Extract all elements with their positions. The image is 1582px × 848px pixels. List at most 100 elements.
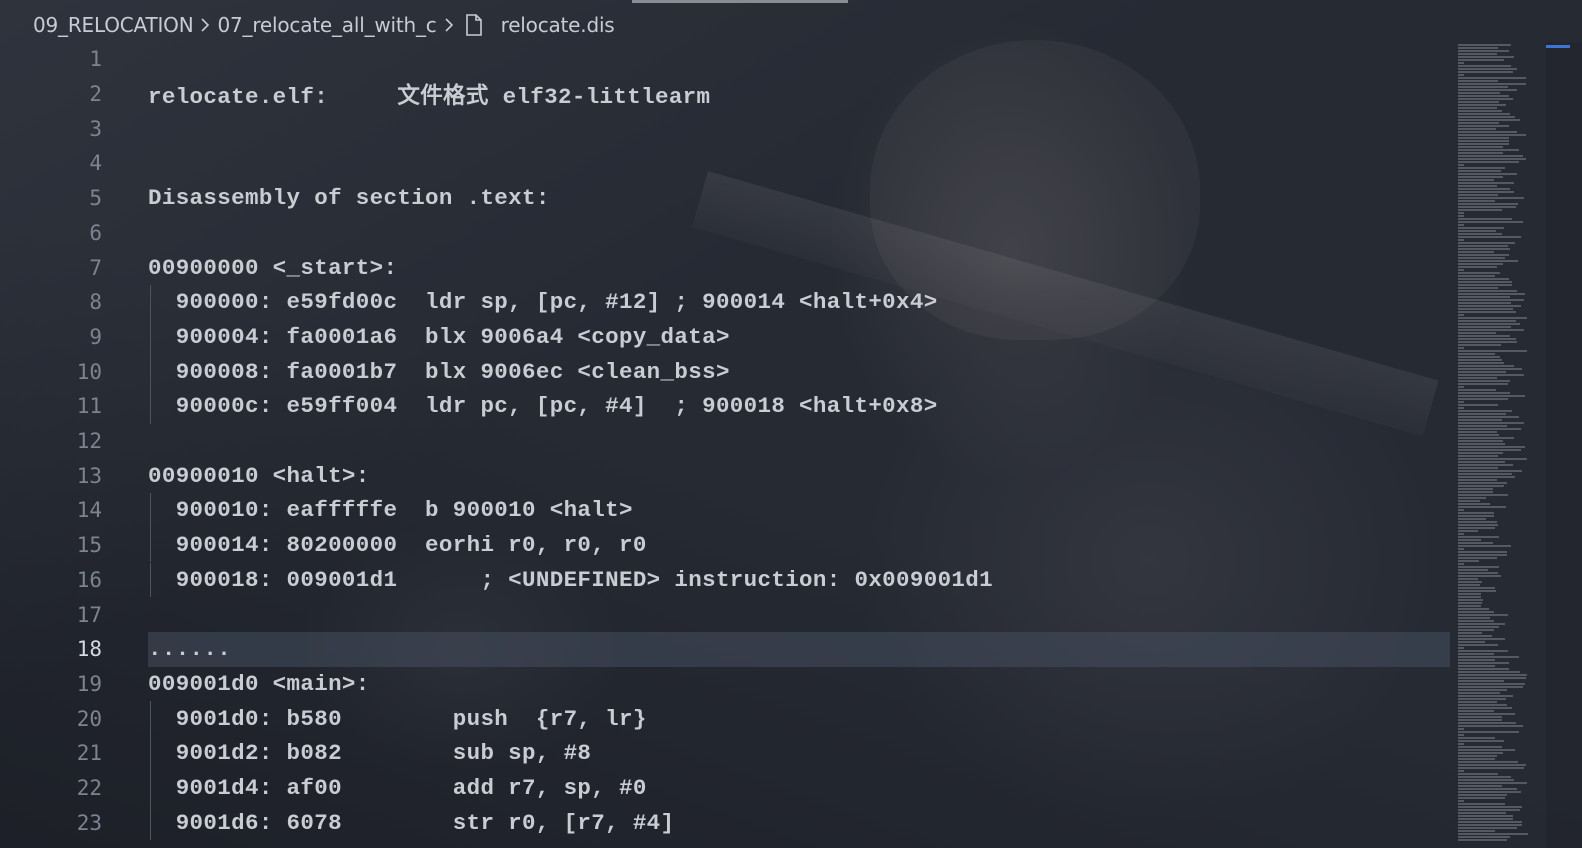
minimap-line [1458,776,1511,778]
minimap-line [1458,614,1508,616]
minimap-line [1458,533,1464,535]
code-line[interactable]: 22 9001d4: af00 add r7, sp, #0 [0,770,1450,806]
code-line[interactable]: 19 009001d0 <main>: [0,667,1450,702]
code-text[interactable]: 009001d0 <main>: [148,671,370,697]
minimap-line [1458,782,1527,784]
minimap-line [1458,131,1517,133]
breadcrumb-item-folder[interactable]: 09_RELOCATION [33,13,194,37]
minimap-line [1458,512,1494,514]
minimap-line [1458,368,1522,370]
minimap-line [1458,158,1526,160]
vertical-scrollbar[interactable] [1546,42,1582,848]
code-editor[interactable]: 1 2 relocate.elf: 文件格式 elf32-littlearm 3 4 5 D… [0,42,1450,848]
code-line[interactable]: 11 90000c: e59ff004 ldr pc, [pc, #4] ; 9… [0,389,1450,424]
minimap-line [1458,350,1527,352]
code-line[interactable]: 4 [0,146,1450,181]
code-line[interactable]: 2 relocate.elf: 文件格式 elf32-littlearm [0,77,1450,112]
code-text[interactable]: 00900010 <halt>: [148,463,370,489]
indent-guide [150,562,151,598]
minimap-line [1458,215,1464,217]
code-line[interactable]: 14 900010: eafffffe b 900010 <halt> [0,493,1450,528]
minimap-line [1458,332,1496,334]
code-line[interactable]: 3 [0,111,1450,146]
code-text[interactable]: 900010: eafffffe b 900010 <halt> [148,497,633,523]
code-line[interactable]: 5 Disassembly of section .text: [0,181,1450,216]
minimap-line [1458,227,1504,229]
code-line[interactable]: 12 [0,424,1450,459]
code-text[interactable]: Disassembly of section .text: [148,185,550,211]
minimap-line [1458,770,1464,772]
code-text[interactable]: 9001d2: b082 sub sp, #8 [148,740,591,766]
minimap-line [1458,125,1509,127]
line-number: 1 [89,47,102,72]
code-text[interactable]: 900008: fa0001b7 blx 9006ec <clean_bss> [148,359,730,385]
code-text[interactable]: 9001d6: 6078 str r0, [r7, #4] [148,810,674,836]
minimap-line [1458,182,1514,184]
breadcrumb-item-subfolder[interactable]: 07_relocate_all_with_c [217,13,436,37]
code-line[interactable]: 9 900004: fa0001a6 blx 9006a4 <copy_data… [0,319,1450,355]
minimap[interactable] [1456,42,1548,848]
minimap-line [1458,740,1504,742]
minimap-line [1458,440,1503,442]
minimap-line [1458,542,1493,544]
code-text[interactable]: 90000c: e59ff004 ldr pc, [pc, #4] ; 9000… [148,393,938,419]
minimap-line [1458,791,1521,793]
minimap-line [1458,209,1502,211]
minimap-line [1458,365,1514,367]
code-text[interactable]: 00900000 <_start>: [148,255,397,281]
minimap-line [1458,839,1507,841]
code-text[interactable]: ...... [148,636,231,662]
minimap-line [1458,785,1502,787]
minimap-line [1458,767,1524,769]
code-line[interactable]: 8 900000: e59fd00c ldr sp, [pc, #12] ; 9… [0,284,1450,320]
minimap-line [1458,557,1497,559]
minimap-line [1458,119,1520,121]
breadcrumb-item-file[interactable]: relocate.dis [501,13,615,37]
minimap-line [1458,824,1522,826]
code-text[interactable]: 900004: fa0001a6 blx 9006a4 <copy_data> [148,324,730,350]
minimap-line [1458,635,1492,637]
code-text[interactable]: 9001d0: b580 push {r7, lr} [148,706,647,732]
code-line[interactable]: 10 900008: fa0001b7 blx 9006ec <clean_bs… [0,354,1450,389]
minimap-line [1458,65,1511,67]
minimap-line [1458,674,1527,676]
minimap-line [1458,380,1510,382]
minimap-line [1458,233,1502,235]
code-text[interactable]: 9001d4: af00 add r7, sp, #0 [148,775,647,801]
indent-guide [150,701,151,736]
code-line[interactable]: 13 00900010 <halt>: [0,458,1450,493]
minimap-line [1458,122,1499,124]
code-text[interactable]: 900000: e59fd00c ldr sp, [pc, #12] ; 900… [148,289,938,315]
code-line[interactable]: 20 9001d0: b580 push {r7, lr} [0,701,1450,736]
code-line[interactable]: 15 900014: 80200000 eorhi r0, r0, r0 [0,527,1450,563]
minimap-line [1458,92,1500,94]
minimap-line [1458,692,1500,694]
code-line[interactable]: 21 9001d2: b082 sub sp, #8 [0,736,1450,771]
minimap-line [1458,647,1464,649]
code-text[interactable]: relocate.elf: 文件格式 elf32-littlearm [148,78,710,110]
minimap-line [1458,527,1495,529]
minimap-line [1458,629,1494,631]
minimap-line [1458,725,1523,727]
code-line[interactable]: 6 [0,216,1450,251]
code-line[interactable]: 1 [0,42,1450,77]
minimap-line [1458,593,1481,595]
code-line[interactable]: 17 [0,597,1450,632]
minimap-line [1458,659,1495,661]
code-line[interactable]: 23 9001d6: 6078 str r0, [r7, #4] [0,805,1450,841]
minimap-line [1458,161,1519,163]
minimap-line [1458,737,1495,739]
code-line[interactable]: 7 00900000 <_start>: [0,250,1450,285]
minimap-line [1458,452,1503,454]
minimap-line [1458,383,1508,385]
minimap-line [1458,266,1497,268]
code-line[interactable]: 16 900018: 009001d1 ; <UNDEFINED> instru… [0,562,1450,598]
code-line[interactable]: 18...... [0,631,1450,667]
code-text[interactable]: 900018: 009001d1 ; <UNDEFINED> instructi… [148,567,993,593]
minimap-line [1458,524,1498,526]
minimap-line [1458,476,1515,478]
minimap-line [1458,761,1518,763]
minimap-line [1458,200,1495,202]
code-text[interactable]: 900014: 80200000 eorhi r0, r0, r0 [148,532,647,558]
minimap-line [1458,806,1522,808]
